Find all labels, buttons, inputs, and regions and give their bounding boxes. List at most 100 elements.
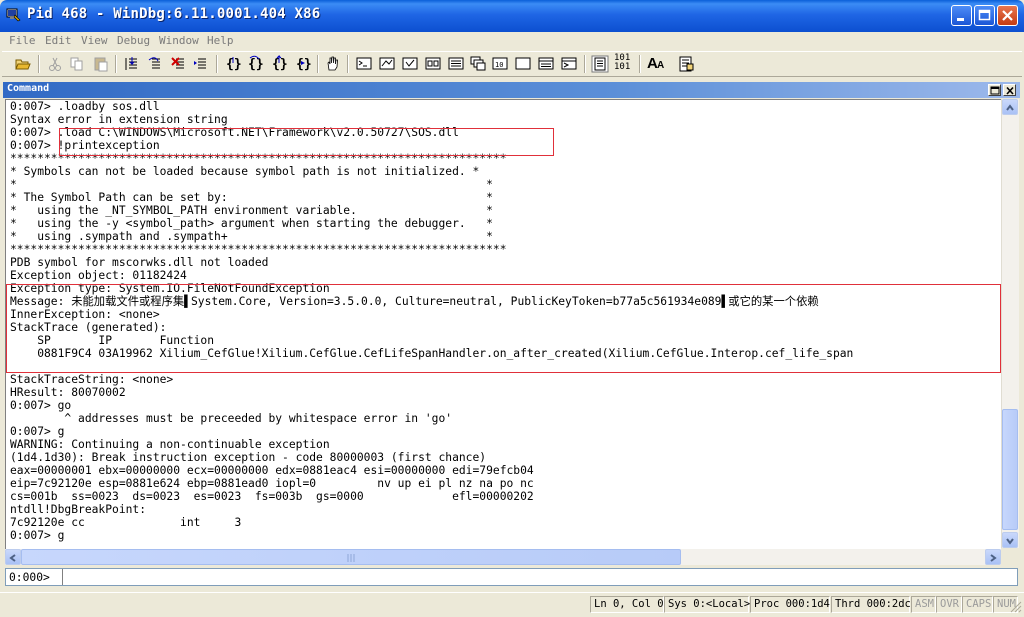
run-to-cursor-icon[interactable] [192, 55, 210, 73]
output-line: * Symbols can not be loaded because symb… [10, 165, 480, 178]
title-bar[interactable]: Pid 468 - WinDbg:6.11.0001.404 X86 [0, 0, 1024, 32]
scratch-pad-icon[interactable] [514, 55, 532, 73]
source-window-icon[interactable] [560, 55, 578, 73]
output-line: (1d4.1d30): Break instruction exception … [10, 451, 487, 464]
output-line: ^ addresses must be preceeded by whitesp… [10, 412, 453, 425]
output-line: StackTraceString: <none> [10, 373, 174, 386]
horizontal-scroll-thumb[interactable] [21, 549, 681, 565]
output-line: Syntax error in extension string [10, 113, 228, 126]
step-over-brace-icon[interactable]: {} [246, 55, 264, 73]
menu-debug[interactable]: Debug [117, 34, 150, 47]
scroll-right-button[interactable] [985, 549, 1001, 565]
open-folder-icon[interactable] [14, 55, 32, 73]
call-stack-window-icon[interactable] [469, 55, 487, 73]
command-window-icon[interactable] [355, 55, 373, 73]
command-prompt: 0:000> [9, 571, 50, 584]
hand-icon[interactable] [324, 55, 342, 73]
copy-icon[interactable] [68, 55, 86, 73]
command-window-title: Command [7, 83, 50, 94]
font-button[interactable]: A A [647, 55, 669, 73]
output-line: * * [10, 178, 493, 191]
status-system: Sys 0:<Local> [664, 596, 750, 613]
output-line: cs=001b ss=0023 ds=0023 es=0023 fs=003b … [10, 490, 534, 503]
menu-file[interactable]: File [9, 34, 36, 47]
memory-window-icon[interactable] [447, 55, 465, 73]
status-ovr: OVR [936, 596, 962, 613]
status-process: Proc 000:1d4 [750, 596, 830, 613]
output-line: 0:007> g [10, 425, 65, 438]
command-input-bar: 0:000> [5, 568, 1018, 586]
horizontal-scrollbar[interactable] [5, 549, 1001, 565]
output-line: Exception object: 01182424 [10, 269, 187, 282]
vertical-scrollbar[interactable] [1001, 99, 1019, 548]
font-label-small: A [657, 60, 665, 71]
svg-text:{}: {} [248, 57, 264, 72]
resize-grip-icon[interactable] [1010, 601, 1022, 613]
watch-window-icon[interactable] [378, 55, 396, 73]
step-over-icon[interactable] [146, 55, 164, 73]
command-window-close-button[interactable] [1003, 84, 1016, 96]
svg-text:10: 10 [495, 61, 503, 69]
output-line: eax=00000001 ebx=00000000 ecx=00000000 e… [10, 464, 534, 477]
command-window-dock-button[interactable] [988, 84, 1001, 96]
locals-window-icon[interactable] [401, 55, 419, 73]
command-output[interactable]: 0:007> .loadby sos.dll Syntax error in ex… [5, 99, 1001, 549]
run-brace-icon[interactable]: {} [294, 55, 312, 73]
disassembly-window-icon[interactable]: 10 [491, 55, 509, 73]
highlight-exception-info [6, 284, 1001, 373]
hex-display-toggle[interactable]: 101 101 [614, 54, 630, 72]
output-line: PDB symbol for mscorwks.dll not loaded [10, 256, 269, 269]
output-line: 7c92120e cc int 3 [10, 516, 242, 529]
paste-icon[interactable] [92, 55, 110, 73]
step-into-icon[interactable] [123, 55, 141, 73]
scrollbar-corner [1001, 549, 1018, 565]
command-window-caption[interactable]: Command [3, 82, 1020, 98]
command-input[interactable] [66, 569, 1011, 585]
maximize-button[interactable] [974, 5, 995, 26]
output-line: eip=7c92120e esp=0881e624 ebp=0881ead0 i… [10, 477, 534, 490]
break-icon[interactable] [170, 55, 188, 73]
source-mode-icon[interactable] [591, 55, 609, 73]
status-caps: CAPS [962, 596, 993, 613]
output-line: HResult: 80070002 [10, 386, 126, 399]
minimize-button[interactable] [951, 5, 972, 26]
status-position: Ln 0, Col 0 [590, 596, 664, 613]
options-icon[interactable] [677, 55, 695, 73]
status-bar: Ln 0, Col 0 Sys 0:<Local> Proc 000:1d4 T… [0, 592, 1024, 617]
window-title: Pid 468 - WinDbg:6.11.0001.404 X86 [27, 6, 321, 22]
status-asm: ASM [911, 596, 936, 613]
output-line: * using .sympath and .sympath+ * [10, 230, 493, 243]
svg-text:{}: {} [296, 57, 312, 72]
menu-window[interactable]: Window [159, 34, 199, 47]
menu-help[interactable]: Help [207, 34, 234, 47]
output-line: 0:007> .loadby sos.dll [10, 100, 160, 113]
output-line: 0:007> g [10, 529, 65, 542]
step-brace-icon[interactable]: {} [224, 55, 242, 73]
vertical-scroll-thumb[interactable] [1002, 409, 1018, 530]
output-line: 0:007> go [10, 399, 72, 412]
menu-bar: File Edit View Debug Window Help [0, 32, 1024, 50]
svg-text:{}: {} [272, 57, 288, 72]
output-line: WARNING: Continuing a non-continuable ex… [10, 438, 330, 451]
cut-icon[interactable] [46, 55, 64, 73]
svg-text:{}: {} [226, 57, 242, 72]
hex-label-bottom: 101 [614, 62, 631, 72]
output-line: * using the _NT_SYMBOL_PATH environment … [10, 204, 493, 217]
scroll-down-button[interactable] [1002, 532, 1018, 548]
processes-threads-icon[interactable] [537, 55, 555, 73]
scroll-up-button[interactable] [1002, 99, 1018, 115]
highlight-load-sos [59, 128, 554, 156]
menu-edit[interactable]: Edit [45, 34, 72, 47]
step-out-brace-icon[interactable]: {} [270, 55, 288, 73]
output-line: * using the -y <symbol_path> argument wh… [10, 217, 493, 230]
output-line: ****************************************… [10, 243, 507, 256]
output-line: ntdll!DbgBreakPoint: [10, 503, 147, 516]
toolbar: {} {} {} {} 10 101 101 A A [2, 51, 1022, 77]
output-line: * The Symbol Path can be set by: * [10, 191, 493, 204]
registers-window-icon[interactable] [424, 55, 442, 73]
windbg-app-icon [6, 7, 22, 23]
menu-view[interactable]: View [81, 34, 108, 47]
scroll-left-button[interactable] [5, 549, 21, 565]
status-thread: Thrd 000:2dc [831, 596, 911, 613]
close-button[interactable] [997, 5, 1018, 26]
